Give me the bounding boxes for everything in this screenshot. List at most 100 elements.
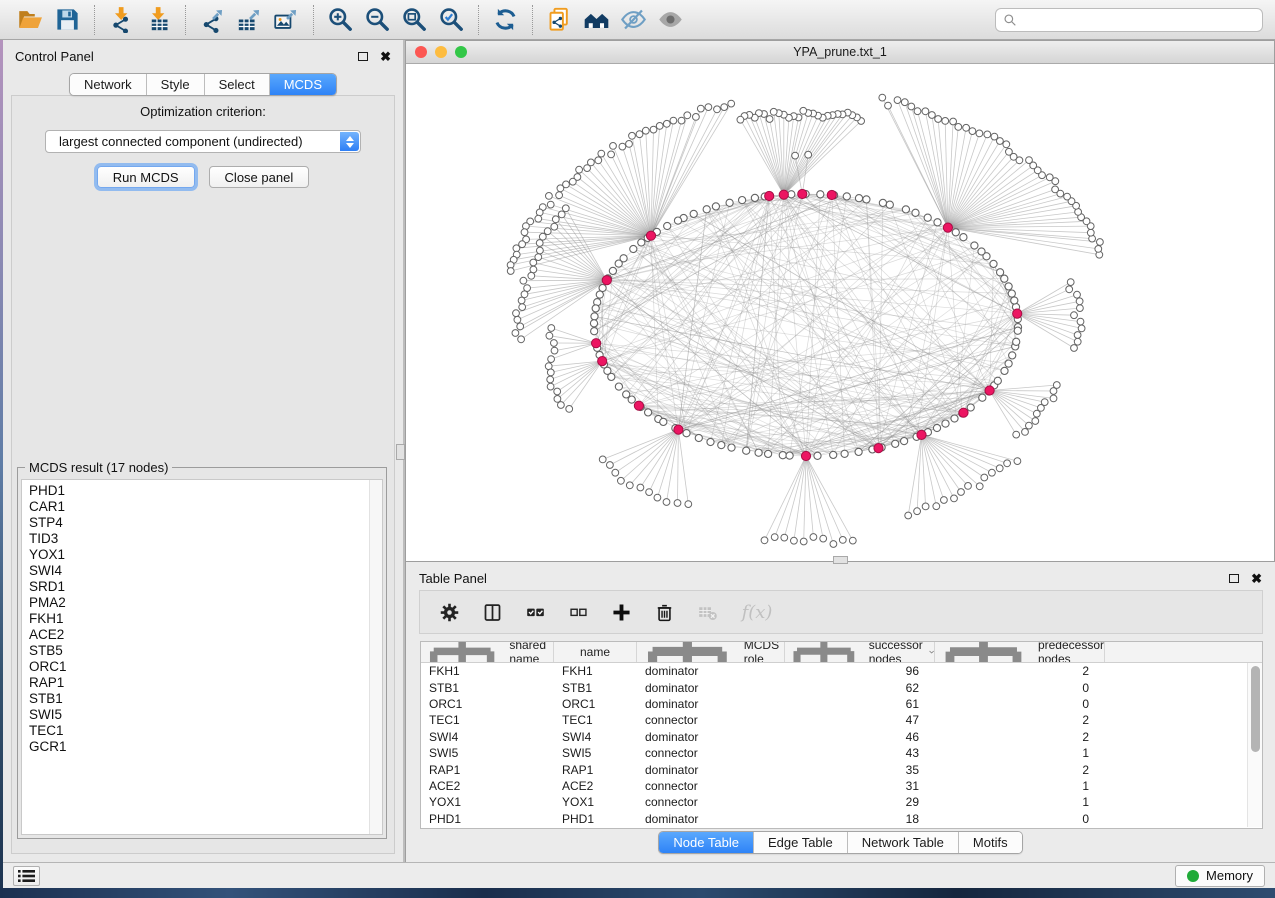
cell-shared-name[interactable]: SWI4 bbox=[421, 730, 554, 744]
tab-edge-table[interactable]: Edge Table bbox=[754, 832, 848, 853]
tab-network-table[interactable]: Network Table bbox=[848, 832, 959, 853]
tab-select[interactable]: Select bbox=[205, 74, 270, 95]
mcds-result-item[interactable]: PMA2 bbox=[29, 595, 382, 611]
cell-predecessor-nodes[interactable]: 1 bbox=[935, 779, 1105, 793]
mcds-result-item[interactable]: STB5 bbox=[29, 643, 382, 659]
cell-successor-nodes[interactable]: 47 bbox=[785, 713, 935, 727]
cell-shared-name[interactable]: SWI5 bbox=[421, 746, 554, 760]
cell-successor-nodes[interactable]: 96 bbox=[785, 664, 935, 678]
cell-name[interactable]: ACE2 bbox=[554, 779, 637, 793]
float-panel-icon[interactable] bbox=[1229, 574, 1239, 583]
cell-successor-nodes[interactable]: 43 bbox=[785, 746, 935, 760]
cell-MCDS-role[interactable]: dominator bbox=[637, 763, 785, 777]
mcds-result-list[interactable]: PHD1CAR1STP4TID3YOX1SWI4SRD1PMA2FKH1ACE2… bbox=[21, 479, 383, 835]
tab-node-table[interactable]: Node Table bbox=[659, 832, 754, 853]
column-header-MCDS-role[interactable]: MCDS role bbox=[637, 642, 785, 662]
save-session-button[interactable] bbox=[49, 3, 86, 37]
import-network-button[interactable] bbox=[103, 3, 140, 37]
cell-shared-name[interactable]: STB1 bbox=[421, 681, 554, 695]
mcds-result-item[interactable]: STB1 bbox=[29, 691, 382, 707]
close-panel-icon[interactable]: ✖ bbox=[1251, 572, 1262, 585]
hide-selected-button[interactable] bbox=[615, 3, 652, 37]
vertical-splitter-grip[interactable] bbox=[396, 444, 405, 460]
mcds-result-item[interactable]: SWI4 bbox=[29, 563, 382, 579]
add-column-button[interactable] bbox=[608, 599, 634, 625]
column-header-shared-name[interactable]: shared name bbox=[421, 642, 554, 662]
optimization-criterion-select[interactable]: largest connected component (undirected) bbox=[45, 130, 361, 153]
cell-shared-name[interactable]: RAP1 bbox=[421, 763, 554, 777]
cell-successor-nodes[interactable]: 61 bbox=[785, 697, 935, 711]
cell-name[interactable]: FKH1 bbox=[554, 664, 637, 678]
cell-shared-name[interactable]: YOX1 bbox=[421, 795, 554, 809]
tab-mcds[interactable]: MCDS bbox=[270, 74, 336, 95]
horizontal-splitter-grip[interactable] bbox=[833, 556, 848, 564]
run-mcds-button[interactable]: Run MCDS bbox=[97, 166, 195, 188]
split-columns-button[interactable] bbox=[479, 599, 505, 625]
cell-shared-name[interactable]: ACE2 bbox=[421, 779, 554, 793]
mcds-result-item[interactable]: SWI5 bbox=[29, 707, 382, 723]
tab-motifs[interactable]: Motifs bbox=[959, 832, 1022, 853]
cell-MCDS-role[interactable]: dominator bbox=[637, 812, 785, 826]
apply-preferred-layout-button[interactable] bbox=[487, 3, 524, 37]
cell-name[interactable]: SWI4 bbox=[554, 730, 637, 744]
cell-name[interactable]: ORC1 bbox=[554, 697, 637, 711]
cell-MCDS-role[interactable]: dominator bbox=[637, 730, 785, 744]
float-panel-icon[interactable] bbox=[358, 52, 368, 61]
new-network-from-selection-button[interactable] bbox=[541, 3, 578, 37]
cell-successor-nodes[interactable]: 62 bbox=[785, 681, 935, 695]
cell-successor-nodes[interactable]: 35 bbox=[785, 763, 935, 777]
open-file-button[interactable] bbox=[12, 3, 49, 37]
cell-shared-name[interactable]: PHD1 bbox=[421, 812, 554, 826]
cell-MCDS-role[interactable]: connector bbox=[637, 779, 785, 793]
mcds-result-item[interactable]: CAR1 bbox=[29, 499, 382, 515]
export-image-button[interactable] bbox=[268, 3, 305, 37]
cell-successor-nodes[interactable]: 31 bbox=[785, 779, 935, 793]
close-panel-button[interactable]: Close panel bbox=[209, 166, 310, 188]
mcds-result-item[interactable]: PHD1 bbox=[29, 483, 382, 499]
mcds-result-item[interactable]: TEC1 bbox=[29, 723, 382, 739]
mcds-result-item[interactable]: TID3 bbox=[29, 531, 382, 547]
zoom-selected-button[interactable] bbox=[433, 3, 470, 37]
show-all-button[interactable] bbox=[652, 3, 689, 37]
cell-shared-name[interactable]: ORC1 bbox=[421, 697, 554, 711]
tab-network[interactable]: Network bbox=[70, 74, 147, 95]
network-window-titlebar[interactable]: YPA_prune.txt_1 bbox=[406, 41, 1274, 64]
search-input[interactable] bbox=[995, 8, 1263, 32]
import-table-button[interactable] bbox=[140, 3, 177, 37]
column-header-successor-nodes[interactable]: successor nodes bbox=[785, 642, 935, 662]
task-history-button[interactable] bbox=[13, 866, 40, 886]
cell-predecessor-nodes[interactable]: 0 bbox=[935, 681, 1105, 695]
cell-shared-name[interactable]: FKH1 bbox=[421, 664, 554, 678]
cell-predecessor-nodes[interactable]: 2 bbox=[935, 713, 1105, 727]
cell-shared-name[interactable]: TEC1 bbox=[421, 713, 554, 727]
gear-button[interactable] bbox=[436, 599, 462, 625]
mcds-result-item[interactable]: SRD1 bbox=[29, 579, 382, 595]
mcds-result-item[interactable]: FKH1 bbox=[29, 611, 382, 627]
zoom-out-button[interactable] bbox=[359, 3, 396, 37]
cell-successor-nodes[interactable]: 29 bbox=[785, 795, 935, 809]
tab-style[interactable]: Style bbox=[147, 74, 205, 95]
mcds-result-scrollbar[interactable] bbox=[369, 480, 382, 834]
trash-button[interactable] bbox=[651, 599, 677, 625]
cell-successor-nodes[interactable]: 46 bbox=[785, 730, 935, 744]
memory-button[interactable]: Memory bbox=[1175, 865, 1265, 887]
cell-name[interactable]: PHD1 bbox=[554, 812, 637, 826]
cell-successor-nodes[interactable]: 18 bbox=[785, 812, 935, 826]
cell-predecessor-nodes[interactable]: 1 bbox=[935, 795, 1105, 809]
cell-name[interactable]: STB1 bbox=[554, 681, 637, 695]
mcds-result-item[interactable]: RAP1 bbox=[29, 675, 382, 691]
cell-name[interactable]: TEC1 bbox=[554, 713, 637, 727]
table-scrollbar-thumb[interactable] bbox=[1251, 666, 1260, 752]
first-neighbors-button[interactable] bbox=[578, 3, 615, 37]
export-table-button[interactable] bbox=[231, 3, 268, 37]
deselect-all-checkboxes-button[interactable] bbox=[565, 599, 591, 625]
cell-name[interactable]: SWI5 bbox=[554, 746, 637, 760]
column-header-predecessor-nodes[interactable]: predecessor nodes bbox=[935, 642, 1105, 662]
close-window-icon[interactable] bbox=[415, 46, 427, 58]
mcds-result-item[interactable]: ORC1 bbox=[29, 659, 382, 675]
mcds-result-item[interactable]: STP4 bbox=[29, 515, 382, 531]
cell-MCDS-role[interactable]: dominator bbox=[637, 681, 785, 695]
mcds-result-item[interactable]: GCR1 bbox=[29, 739, 382, 755]
cell-predecessor-nodes[interactable]: 1 bbox=[935, 746, 1105, 760]
cell-name[interactable]: RAP1 bbox=[554, 763, 637, 777]
